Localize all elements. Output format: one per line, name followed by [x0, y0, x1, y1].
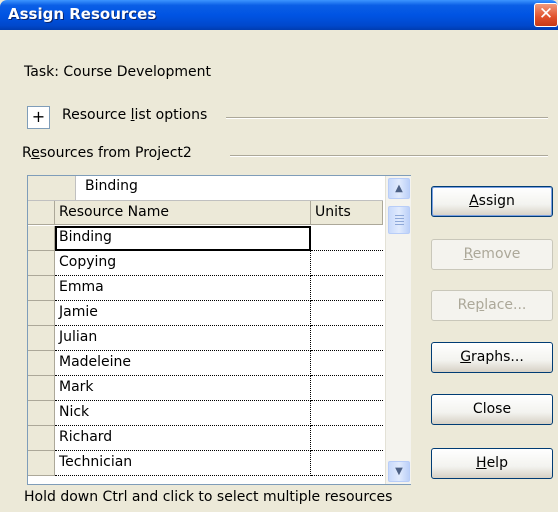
column-header-resource-name[interactable]: Resource Name	[55, 201, 311, 225]
row-header[interactable]	[28, 351, 55, 376]
task-label: Task: Course Development	[24, 64, 211, 80]
units-cell[interactable]	[311, 401, 383, 426]
units-cell[interactable]	[311, 226, 383, 251]
resource-name-cell[interactable]: Binding	[55, 226, 311, 251]
resources-from-label: Resources from Project2	[22, 145, 192, 161]
resource-list-options-label: Resource list options	[62, 107, 208, 123]
row-header[interactable]	[28, 401, 55, 426]
resource-name-cell[interactable]: Jamie	[55, 301, 311, 326]
expand-resource-list-options-button[interactable]: +	[27, 106, 50, 129]
table-row[interactable]: Jamie	[28, 301, 383, 326]
row-header[interactable]	[28, 376, 55, 401]
row-header[interactable]	[28, 226, 55, 251]
graphs-button[interactable]: Graphs...	[431, 342, 553, 373]
edit-bar-header	[28, 176, 76, 200]
row-header[interactable]	[28, 326, 55, 351]
close-window-button[interactable]: ✕	[534, 3, 558, 27]
resource-name-cell[interactable]: Emma	[55, 276, 311, 301]
table-row[interactable]: Mark	[28, 376, 383, 401]
units-cell[interactable]	[311, 326, 383, 351]
scroll-up-button[interactable]: ▲	[388, 178, 410, 199]
units-cell[interactable]	[311, 376, 383, 401]
row-header[interactable]	[28, 251, 55, 276]
scrollbar-thumb[interactable]	[388, 206, 410, 234]
select-all-corner[interactable]	[28, 201, 55, 225]
remove-button[interactable]: Remove	[431, 239, 553, 270]
units-cell[interactable]	[311, 426, 383, 451]
table-row[interactable]: Binding	[28, 226, 383, 251]
entry-field[interactable]: Binding	[85, 178, 138, 194]
resource-name-cell[interactable]: Nick	[55, 401, 311, 426]
resource-name-cell[interactable]: Copying	[55, 251, 311, 276]
units-cell[interactable]	[311, 251, 383, 276]
row-header[interactable]	[28, 301, 55, 326]
table-row[interactable]: Richard	[28, 426, 383, 451]
scroll-down-button[interactable]: ▼	[388, 461, 410, 482]
row-header[interactable]	[28, 426, 55, 451]
resource-name-cell[interactable]: Mark	[55, 376, 311, 401]
table-row[interactable]: Technician	[28, 451, 383, 476]
close-icon: ✕	[538, 4, 554, 24]
resource-name-cell[interactable]: Richard	[55, 426, 311, 451]
assign-button[interactable]: Assign	[431, 186, 553, 217]
units-cell[interactable]	[311, 301, 383, 326]
table-row[interactable]: Julian	[28, 326, 383, 351]
help-button[interactable]: Help	[431, 448, 553, 479]
row-header[interactable]	[28, 451, 55, 476]
resources-from-divider	[230, 155, 548, 157]
chevron-up-icon: ▲	[395, 183, 403, 194]
grip-line	[395, 221, 404, 222]
table-row[interactable]: Emma	[28, 276, 383, 301]
close-button[interactable]: Close	[431, 394, 553, 425]
column-header-units[interactable]: Units	[311, 201, 383, 225]
grip-line	[395, 218, 404, 219]
units-cell[interactable]	[311, 276, 383, 301]
vertical-scrollbar[interactable]: ▲ ▼	[385, 176, 411, 484]
table-row[interactable]: Copying	[28, 251, 383, 276]
resource-name-cell[interactable]: Julian	[55, 326, 311, 351]
column-header-row: Resource Name Units	[28, 201, 383, 225]
chevron-down-icon: ▼	[395, 466, 403, 477]
dialog-title: Assign Resources	[8, 5, 157, 23]
title-bar[interactable]: Assign Resources ✕	[0, 0, 558, 30]
assign-resources-dialog: Assign Resources ✕ Task: Course Developm…	[0, 0, 558, 512]
resource-name-cell[interactable]: Madeleine	[55, 351, 311, 376]
resource-name-cell[interactable]: Technician	[55, 451, 311, 476]
plus-icon: +	[31, 107, 46, 126]
grip-line	[395, 215, 404, 216]
table-row[interactable]: Madeleine	[28, 351, 383, 376]
grip-line	[395, 224, 404, 225]
units-cell[interactable]	[311, 451, 383, 476]
column-header-label: Units	[315, 204, 351, 220]
table-row[interactable]: Nick	[28, 401, 383, 426]
grid-edit-bar: Binding	[28, 176, 383, 201]
resources-grid: Binding Resource Name Units Binding Copy…	[27, 175, 411, 485]
footer-hint: Hold down Ctrl and click to select multi…	[24, 489, 393, 505]
row-header[interactable]	[28, 276, 55, 301]
units-cell[interactable]	[311, 351, 383, 376]
replace-button[interactable]: Replace...	[431, 290, 553, 321]
resource-list-options-divider	[226, 117, 548, 119]
column-header-label: Resource Name	[59, 204, 169, 220]
